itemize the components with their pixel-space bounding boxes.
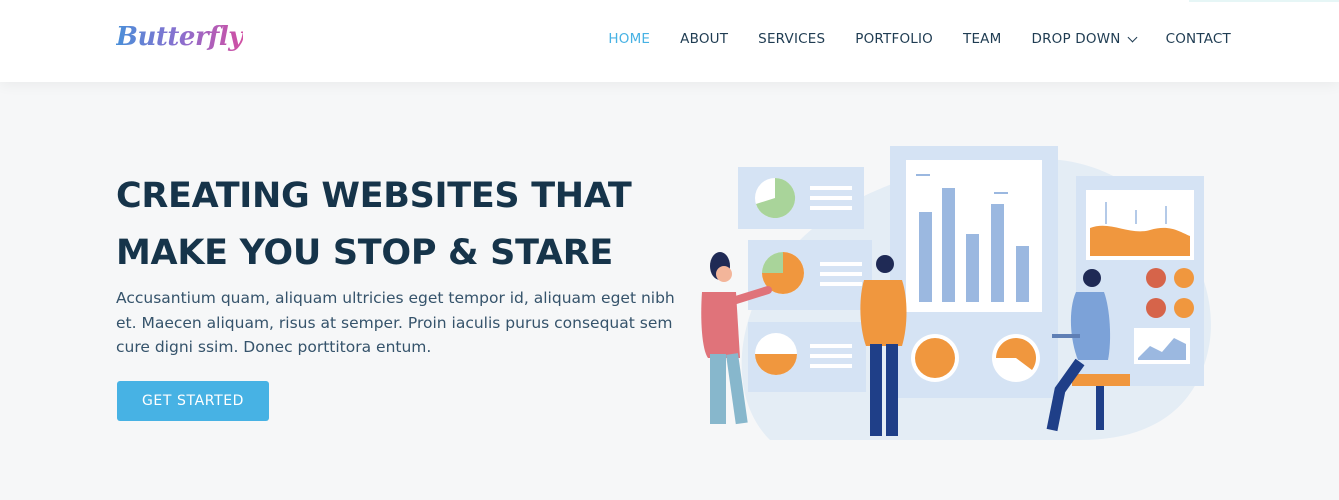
chevron-down-icon <box>1127 32 1138 42</box>
nav-item-services[interactable]: SERVICES <box>758 31 825 47</box>
hero-illustration <box>701 146 1211 441</box>
nav-item-contact[interactable]: CONTACT <box>1166 31 1231 47</box>
main-nav: HOME ABOUT SERVICES PORTFOLIO TEAM DROP … <box>608 31 1231 47</box>
nav-item-label: DROP DOWN <box>1031 31 1121 47</box>
nav-item-label: CONTACT <box>1165 31 1231 47</box>
nav-item-portfolio[interactable]: PORTFOLIO <box>855 31 933 47</box>
nav-item-label: ABOUT <box>680 31 729 47</box>
hero-title-line-1: CREATING WEBSITES THAT <box>116 176 632 216</box>
nav-item-about[interactable]: ABOUT <box>680 31 728 47</box>
header-accent-line <box>1189 0 1339 2</box>
nav-item-label: HOME <box>608 31 651 47</box>
nav-item-team[interactable]: TEAM <box>963 31 1001 47</box>
nav-item-home[interactable]: HOME <box>608 31 650 47</box>
hero-title: CREATING WEBSITES THAT MAKE YOU STOP & S… <box>116 168 676 282</box>
hero-description: Accusantium quam, aliquam ultricies eget… <box>116 289 675 356</box>
brand-logo[interactable]: Butterfly <box>116 22 243 52</box>
nav-item-label: SERVICES <box>758 31 826 47</box>
nav-item-label: PORTFOLIO <box>855 31 933 47</box>
nav-item-dropdown[interactable]: DROP DOWN <box>1031 31 1138 47</box>
get-started-button[interactable]: GET STARTED <box>117 381 269 421</box>
nav-item-label: TEAM <box>963 31 1002 47</box>
site-header: Butterfly HOME ABOUT SERVICES PORTFOLIO … <box>0 0 1339 82</box>
hero-title-line-2: MAKE YOU STOP & STARE <box>116 233 613 273</box>
